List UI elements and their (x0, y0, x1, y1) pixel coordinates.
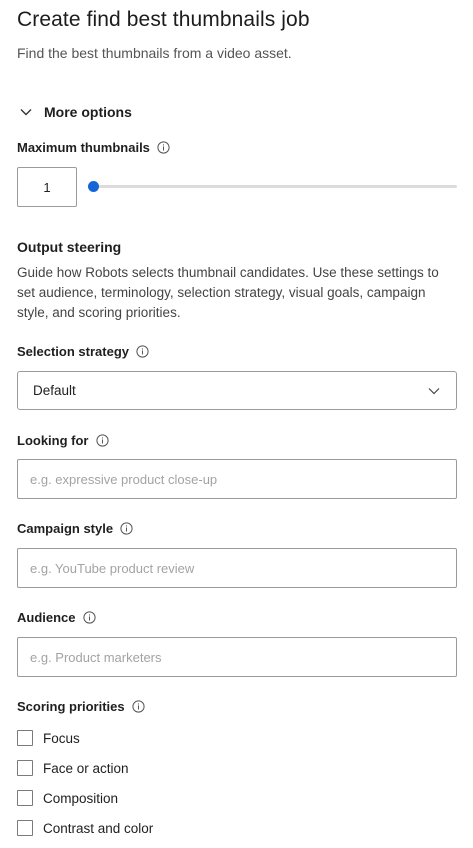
slider-thumb[interactable] (88, 181, 99, 192)
audience-label: Audience (17, 610, 96, 625)
audience-label-text: Audience (17, 610, 76, 625)
looking-for-label-text: Looking for (17, 433, 89, 448)
info-icon[interactable] (120, 522, 133, 535)
checkbox-label: Face or action (43, 760, 129, 776)
campaign-style-label-text: Campaign style (17, 521, 114, 536)
checkbox-focus[interactable]: Focus (17, 730, 80, 746)
checkbox-box[interactable] (17, 760, 33, 776)
info-icon[interactable] (95, 434, 109, 447)
campaign-style-label: Campaign style (17, 521, 133, 536)
info-icon[interactable] (132, 700, 145, 713)
selection-strategy-label-text: Selection strategy (17, 344, 129, 359)
more-options-toggle[interactable]: More options (17, 103, 132, 121)
campaign-style-input[interactable] (17, 548, 457, 588)
checkbox-label: Composition (43, 790, 119, 806)
max-thumbnails-label: Maximum thumbnails (17, 140, 170, 155)
looking-for-input[interactable] (17, 459, 457, 499)
output-steering-title: Output steering (17, 239, 122, 255)
checkbox-label: Contrast and color (43, 820, 154, 836)
chevron-down-icon (17, 103, 35, 121)
selection-strategy-select[interactable]: Default (17, 371, 457, 410)
max-thumbnails-slider[interactable] (87, 179, 457, 195)
checkbox-label: Focus (43, 730, 80, 746)
selection-strategy-value: Default (33, 383, 76, 398)
info-icon[interactable] (82, 611, 96, 624)
page-title: Create find best thumbnails job (17, 8, 310, 31)
selection-strategy-label: Selection strategy (17, 344, 149, 359)
checkbox-box[interactable] (17, 730, 33, 746)
info-icon[interactable] (136, 345, 149, 358)
output-steering-description: Guide how Robots selects thumbnail candi… (17, 265, 439, 320)
scoring-priorities-label-text: Scoring priorities (17, 699, 125, 714)
audience-input[interactable] (17, 637, 457, 677)
max-thumbnails-input[interactable]: 1 (17, 167, 77, 207)
slider-track (93, 185, 457, 188)
page-subtitle: Find the best thumbnails from a video as… (17, 45, 292, 61)
info-icon[interactable] (157, 141, 170, 154)
checkbox-box[interactable] (17, 790, 33, 806)
scoring-priorities-label: Scoring priorities (17, 699, 145, 714)
max-thumbnails-label-text: Maximum thumbnails (17, 140, 150, 155)
checkbox-box[interactable] (17, 820, 33, 836)
looking-for-label: Looking for (17, 433, 109, 448)
chevron-down-icon (427, 384, 441, 398)
more-options-label: More options (44, 104, 132, 120)
checkbox-face-or-action[interactable]: Face or action (17, 760, 129, 776)
checkbox-composition[interactable]: Composition (17, 790, 118, 806)
checkbox-contrast-and-color[interactable]: Contrast and color (17, 820, 153, 836)
